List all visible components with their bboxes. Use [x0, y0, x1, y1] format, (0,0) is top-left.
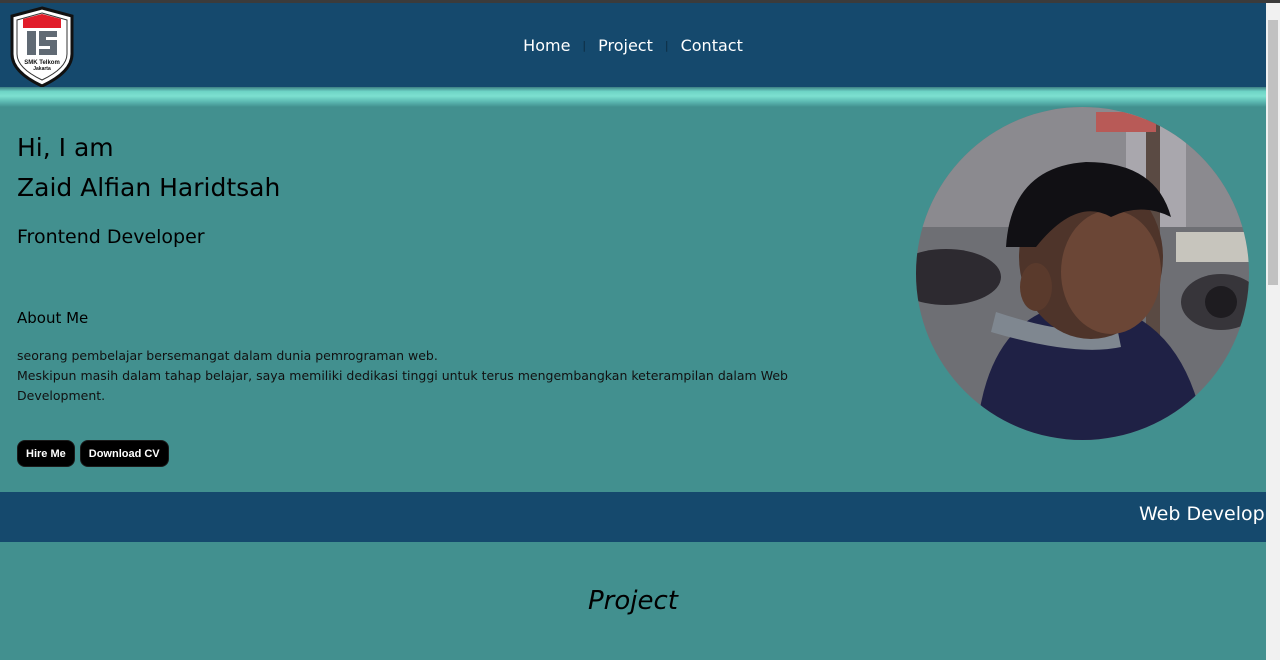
hero-actions: Hire Me Download CV — [17, 440, 169, 467]
marquee-text: Web Develop — [1139, 503, 1265, 525]
download-cv-button[interactable]: Download CV — [79, 440, 169, 467]
nav-contact-link[interactable]: Contact — [681, 36, 743, 55]
about-line: seorang pembelajar bersemangat dalam dun… — [17, 348, 438, 363]
about-line: Meskipun masih dalam tahap belajar, saya… — [17, 368, 788, 403]
navbar: SMK Telkom Jakarta Home | Project | Cont… — [0, 3, 1266, 88]
nav-separator: | — [582, 38, 587, 52]
about-heading: About Me — [17, 309, 89, 327]
greeting-line: Hi, I am — [17, 133, 114, 162]
main-nav: Home | Project | Contact — [0, 3, 1266, 87]
accent-band — [0, 87, 1266, 107]
role-heading: Frontend Developer — [17, 226, 205, 248]
hero-intro: Hi, I am Zaid Alfian Haridtsah Frontend … — [17, 128, 280, 248]
about-paragraph: seorang pembelajar bersemangat dalam dun… — [17, 346, 877, 406]
nav-separator: | — [664, 38, 669, 52]
page-scrollbar[interactable] — [1266, 3, 1280, 660]
project-section-title: Project — [588, 586, 678, 616]
scrollbar-thumb[interactable] — [1268, 20, 1278, 285]
profile-photo — [916, 107, 1249, 440]
skills-marquee: Web Develop — [0, 492, 1266, 542]
nav-project-link[interactable]: Project — [598, 36, 653, 55]
hire-me-button[interactable]: Hire Me — [17, 440, 75, 467]
nav-home-link[interactable]: Home — [523, 36, 570, 55]
name-line: Zaid Alfian Haridtsah — [17, 173, 281, 202]
greeting-heading: Hi, I am Zaid Alfian Haridtsah — [17, 128, 280, 208]
